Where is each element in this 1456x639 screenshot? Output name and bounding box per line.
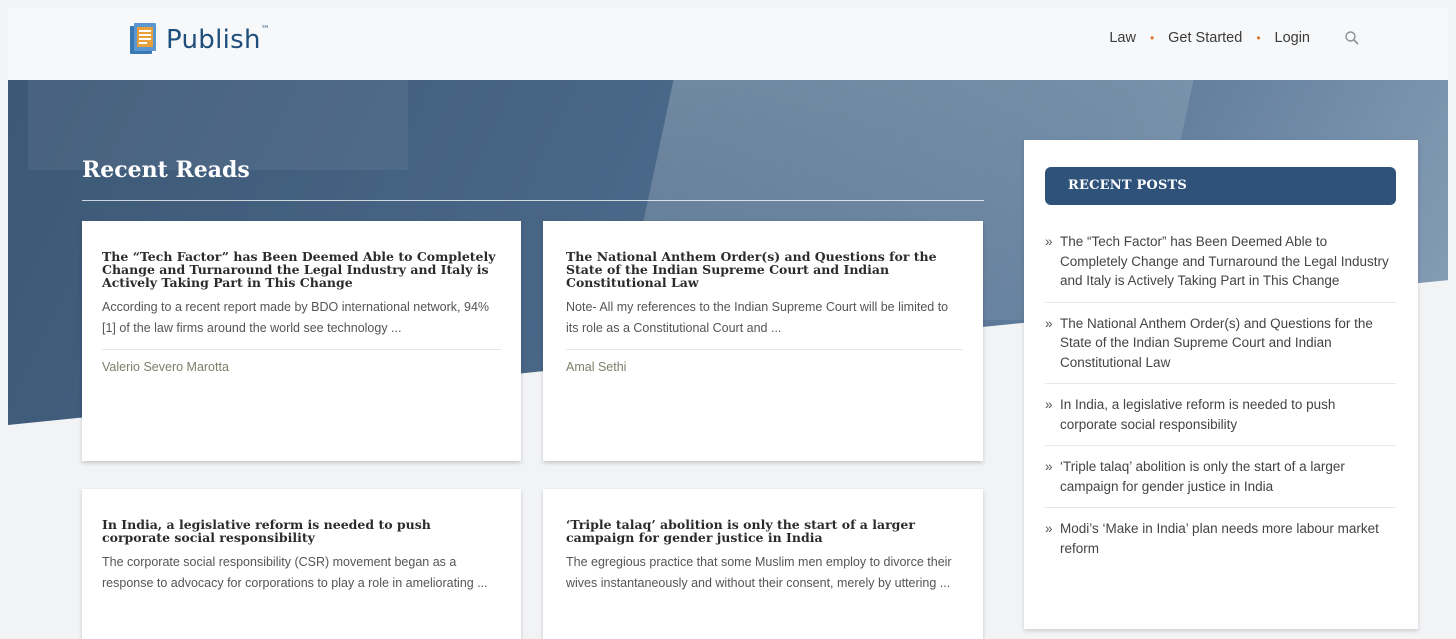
bullet-icon: » [1045,459,1053,474]
article-title[interactable]: In India, a legislative reform is needed… [102,518,501,544]
recent-posts-widget: RECENT POSTS » The “Tech Factor” has Bee… [1024,140,1418,629]
site-header: Publish™ Law • Get Started • Login [8,8,1448,80]
bullet-icon: » [1045,397,1053,412]
recent-posts-heading: RECENT POSTS [1045,167,1396,205]
article-card[interactable]: ‘Triple talaq’ abolition is only the sta… [543,489,983,639]
book-document-icon [128,22,158,58]
nav-item-login[interactable]: Login [1275,30,1310,46]
section-divider [82,200,984,201]
recent-post-item[interactable]: » Modi’s ‘Make in India’ plan needs more… [1045,519,1396,569]
article-card[interactable]: The “Tech Factor” has Been Deemed Able t… [82,221,521,461]
bullet-icon: » [1045,315,1053,331]
article-excerpt: Note- All my references to the Indian Su… [566,300,949,335]
bullet-icon: » [1045,521,1053,536]
article-card[interactable]: The National Anthem Order(s) and Questio… [543,221,983,461]
article-author[interactable]: Amal Sethi [566,360,963,374]
article-excerpt: According to a recent report made by BDO… [102,300,490,335]
recent-post-link[interactable]: The “Tech Factor” has Been Deemed Able t… [1060,232,1396,291]
logo-wordmark: Publish [166,25,261,55]
article-excerpt: The corporate social responsibility (CSR… [102,555,488,590]
logo-trademark: ™ [260,25,271,35]
logo[interactable]: Publish™ [128,22,270,58]
recent-post-link[interactable]: ‘Triple talaq’ abolition is only the sta… [1060,457,1396,496]
nav-separator: • [1149,31,1155,45]
logo-text: Publish™ [166,25,270,55]
recent-post-item[interactable]: » In India, a legislative reform is need… [1045,395,1396,446]
recent-post-link[interactable]: In India, a legislative reform is needed… [1060,395,1396,434]
bullet-icon: » [1045,234,1053,249]
search-icon[interactable] [1344,30,1360,46]
card-divider [102,349,501,350]
article-title[interactable]: The “Tech Factor” has Been Deemed Able t… [102,250,501,289]
article-title[interactable]: The National Anthem Order(s) and Questio… [566,250,963,289]
article-excerpt: The egregious practice that some Muslim … [566,555,952,590]
card-divider [566,349,963,350]
recent-post-link[interactable]: The National Anthem Order(s) and Questio… [1060,314,1396,373]
article-author[interactable]: Valerio Severo Marotta [102,360,501,374]
nav-item-law[interactable]: Law [1109,30,1136,46]
main-nav: Law • Get Started • Login [1109,30,1360,46]
recent-post-link[interactable]: Modi’s ‘Make in India’ plan needs more l… [1060,519,1396,558]
recent-post-item[interactable]: » The “Tech Factor” has Been Deemed Able… [1045,232,1396,303]
article-card[interactable]: In India, a legislative reform is needed… [82,489,521,639]
recent-posts-list: » The “Tech Factor” has Been Deemed Able… [1045,232,1396,580]
recent-post-item[interactable]: » The National Anthem Order(s) and Quest… [1045,314,1396,384]
nav-item-get-started[interactable]: Get Started [1168,30,1242,46]
nav-separator: • [1256,31,1261,45]
section-title: Recent Reads [82,157,250,183]
article-title[interactable]: ‘Triple talaq’ abolition is only the sta… [566,518,963,544]
recent-post-item[interactable]: » ‘Triple talaq’ abolition is only the s… [1045,457,1396,508]
